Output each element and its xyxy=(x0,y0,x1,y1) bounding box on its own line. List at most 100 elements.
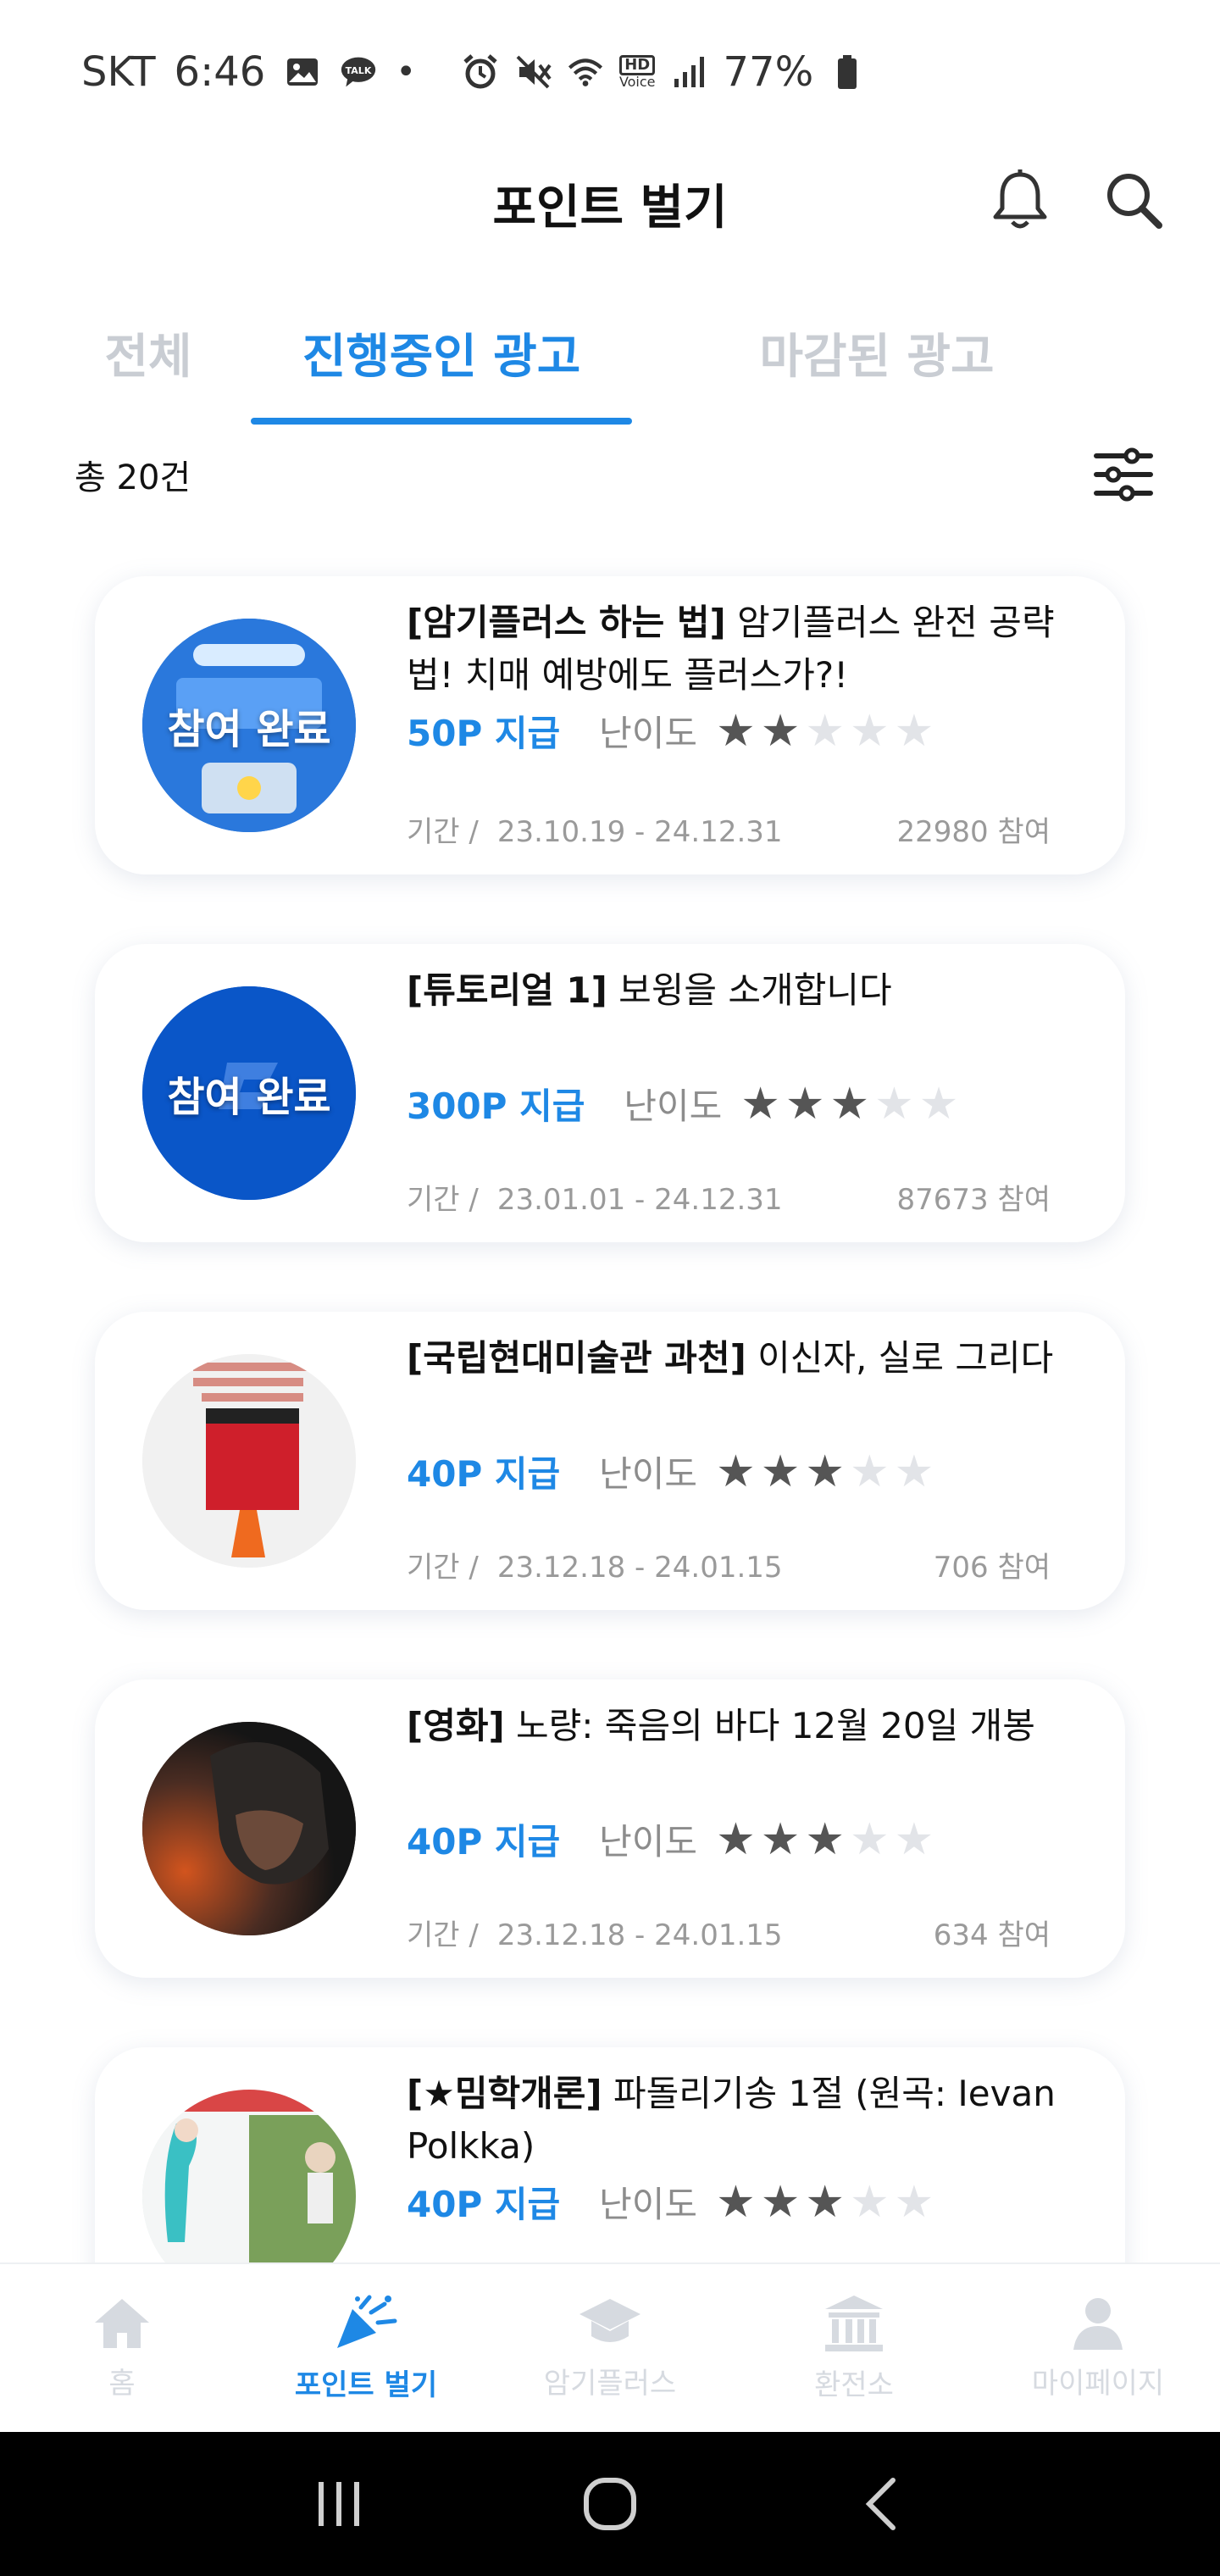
ad-period-row: 기간 / 23.01.01 - 24.12.31 87673 참여 xyxy=(407,1176,1051,1218)
carrier-label: SKT xyxy=(81,48,156,96)
bank-icon xyxy=(825,2295,883,2351)
difficulty-stars: ★ ★ ★ ★ ★ xyxy=(716,1818,934,1862)
reward-amount: 40P 지급 xyxy=(407,2184,561,2225)
participant-count: 706 참여 xyxy=(933,1551,1051,1585)
difficulty-label: 난이도 xyxy=(624,1085,723,1127)
period-label: 기간 / xyxy=(407,1183,479,1217)
home-button[interactable] xyxy=(568,2462,652,2546)
star-empty-icon: ★ xyxy=(894,705,934,757)
clock: 6:46 xyxy=(174,48,266,96)
ad-thumbnail xyxy=(142,1354,356,1568)
participant-count: 22980 참여 xyxy=(896,815,1051,849)
star-empty-icon: ★ xyxy=(918,1078,959,1130)
participant-count: 87673 참여 xyxy=(896,1183,1051,1217)
period-label: 기간 / xyxy=(407,1551,479,1585)
back-button[interactable] xyxy=(839,2462,923,2546)
kakaotalk-icon: TALK xyxy=(340,53,377,91)
ad-meta: 40P 지급 난이도 ★ ★ ★ ★ ★ xyxy=(407,2176,934,2228)
star-filled-icon: ★ xyxy=(760,2176,801,2228)
search-icon xyxy=(1107,174,1162,229)
participation-badge: 참여 완료 xyxy=(167,706,331,753)
ad-title: [암기플러스 하는 법] 암기플러스 완전 공략법! 치매 예방에도 플러스가?… xyxy=(407,597,1084,702)
star-filled-icon: ★ xyxy=(716,1446,756,1497)
period-label: 기간 / xyxy=(407,815,479,849)
tab-active-ads[interactable]: 진행중인 광고 xyxy=(251,280,632,425)
period-range: 23.10.19 - 24.12.31 xyxy=(496,815,783,849)
star-empty-icon: ★ xyxy=(894,1813,934,1865)
star-filled-icon: ★ xyxy=(805,1813,845,1865)
status-right: HD Voice 77% xyxy=(462,48,866,96)
ad-title: [영화] 노량: 죽음의 바다 12월 20일 개봉 xyxy=(407,1700,1084,1752)
ad-thumbnail: 참여 완료 xyxy=(142,619,356,832)
star-filled-icon: ★ xyxy=(760,1813,801,1865)
star-empty-icon: ★ xyxy=(894,2176,934,2228)
tab-all[interactable]: 전체 xyxy=(85,280,212,425)
signal-icon xyxy=(671,53,708,91)
nav-home[interactable]: 홈 xyxy=(0,2264,244,2432)
star-empty-icon: ★ xyxy=(874,1078,914,1130)
ad-thumbnail-art xyxy=(142,1722,356,1935)
back-chevron-icon xyxy=(865,2478,896,2530)
bottom-navigation: 홈 포인트 벌기 암기플러스 환전소 마이페이지 xyxy=(0,2262,1220,2432)
filter-button[interactable] xyxy=(1088,439,1159,510)
star-filled-icon: ★ xyxy=(760,1446,801,1497)
reward-amount: 300P 지급 xyxy=(407,1085,585,1127)
ad-category: [영화] xyxy=(407,1705,505,1746)
nav-exchange[interactable]: 환전소 xyxy=(732,2264,976,2432)
participant-count: 634 참여 xyxy=(933,1918,1051,1952)
notification-dot: • xyxy=(396,53,416,92)
ad-thumbnail: 참여 완료 xyxy=(142,986,356,1200)
ad-title-text: 보윙을 소개합니다 xyxy=(607,969,892,1011)
nav-mypage[interactable]: 마이페이지 xyxy=(976,2264,1220,2432)
nav-memorize-plus[interactable]: 암기플러스 xyxy=(488,2264,732,2432)
difficulty-stars: ★ ★ ★ ★ ★ xyxy=(716,2180,934,2224)
period-label: 기간 / xyxy=(407,1918,479,1952)
star-empty-icon: ★ xyxy=(849,1446,890,1497)
nav-exchange-label: 환전소 xyxy=(814,2368,894,2402)
nav-earn-points-label: 포인트 벌기 xyxy=(294,2368,438,2402)
period-range: 23.12.18 - 24.01.15 xyxy=(496,1551,783,1585)
nav-earn-points[interactable]: 포인트 벌기 xyxy=(244,2264,488,2432)
nav-memorize-plus-label: 암기플러스 xyxy=(543,2366,677,2401)
ad-category: [암기플러스 하는 법] xyxy=(407,602,726,643)
star-empty-icon: ★ xyxy=(894,1446,934,1497)
party-popper-icon xyxy=(337,2295,397,2348)
star-filled-icon: ★ xyxy=(785,1078,825,1130)
search-button[interactable] xyxy=(1098,164,1169,236)
difficulty-stars: ★ ★ ★ ★ ★ xyxy=(716,1450,934,1494)
star-empty-icon: ★ xyxy=(849,2176,890,2228)
system-navigation-bar xyxy=(0,2432,1220,2576)
ad-thumbnail xyxy=(142,1722,356,1935)
ad-card[interactable]: 참여 완료 [튜토리얼 1] 보윙을 소개합니다 300P 지급 난이도 ★ ★ ★… xyxy=(95,944,1125,1242)
list-summary: 총 20건 xyxy=(75,441,1159,508)
ad-title: [튜토리얼 1] 보윙을 소개합니다 xyxy=(407,964,1084,1017)
period-range: 23.01.01 - 24.12.31 xyxy=(496,1183,783,1217)
app-header: 포인트 벌기 xyxy=(0,144,1220,263)
reward-amount: 50P 지급 xyxy=(407,713,561,754)
header-actions xyxy=(984,164,1169,236)
graduation-cap-icon xyxy=(580,2298,640,2342)
ad-period-row: 기간 / 23.12.18 - 24.01.15 634 참여 xyxy=(407,1912,1051,1953)
ad-filter-tabs: 전체 진행중인 광고 마감된 광고 xyxy=(0,280,1220,425)
recent-apps-button[interactable] xyxy=(297,2462,381,2546)
star-empty-icon: ★ xyxy=(849,1813,890,1865)
period-range: 23.12.18 - 24.01.15 xyxy=(496,1918,783,1952)
alarm-icon xyxy=(462,53,499,91)
reward-amount: 40P 지급 xyxy=(407,1821,561,1863)
svg-text:TALK: TALK xyxy=(346,65,372,76)
star-filled-icon: ★ xyxy=(829,1078,870,1130)
star-filled-icon: ★ xyxy=(716,705,756,757)
ad-card[interactable]: [영화] 노량: 죽음의 바다 12월 20일 개봉 40P 지급 난이도 ★ ★… xyxy=(95,1679,1125,1978)
hd-voice-icon: HD Voice xyxy=(618,55,656,90)
tab-closed-ads[interactable]: 마감된 광고 xyxy=(661,280,1093,425)
ad-meta: 40P 지급 난이도 ★ ★ ★ ★ ★ xyxy=(407,1446,934,1497)
notification-button[interactable] xyxy=(984,164,1056,236)
participation-badge: 참여 완료 xyxy=(167,1074,331,1121)
battery-icon xyxy=(829,53,866,91)
ad-card[interactable]: [국립현대미술관 과천] 이신자, 실로 그리다 40P 지급 난이도 ★ ★ ★ ★… xyxy=(95,1312,1125,1610)
total-count: 총 20건 xyxy=(75,458,191,497)
reward-amount: 40P 지급 xyxy=(407,1453,561,1495)
ad-card[interactable]: 참여 완료 [암기플러스 하는 법] 암기플러스 완전 공략법! 치매 예방에도… xyxy=(95,576,1125,874)
page-title: 포인트 벌기 xyxy=(492,180,728,236)
difficulty-stars: ★ ★ ★ ★ ★ xyxy=(716,709,934,753)
